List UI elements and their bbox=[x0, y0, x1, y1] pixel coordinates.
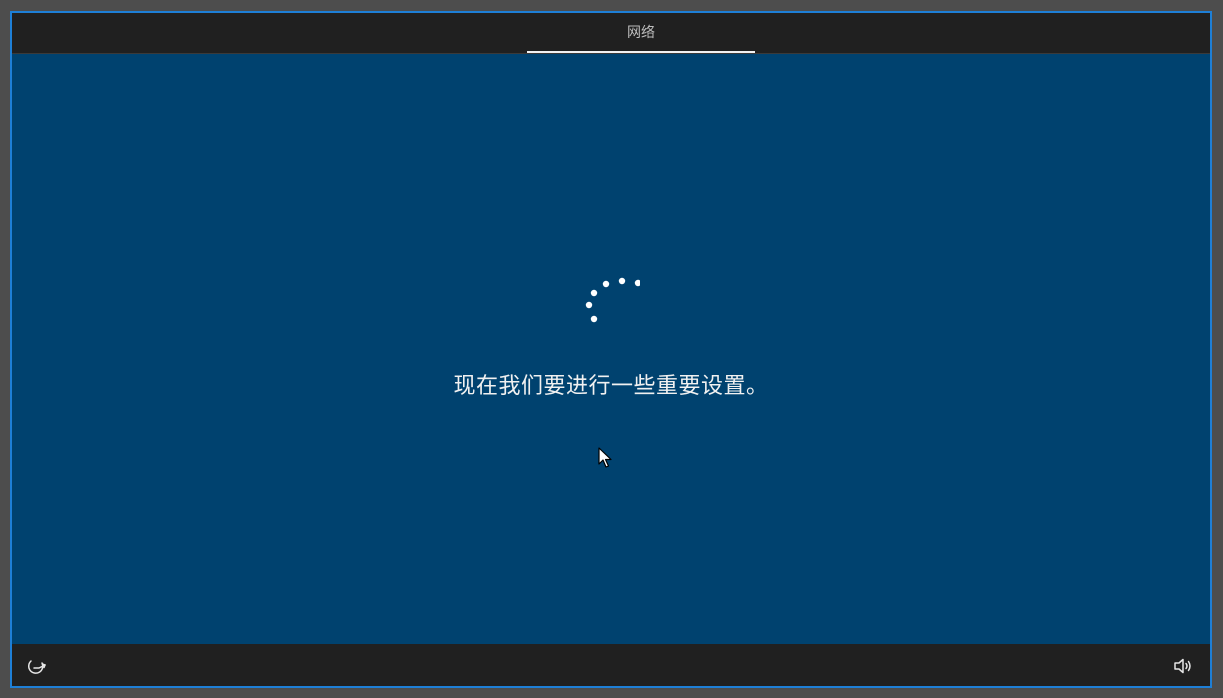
ease-of-access-icon[interactable] bbox=[26, 655, 48, 677]
bottom-bar bbox=[12, 644, 1210, 686]
mouse-pointer-icon bbox=[598, 447, 612, 468]
loading-dots-icon bbox=[585, 277, 640, 323]
volume-icon[interactable] bbox=[1172, 655, 1194, 677]
top-nav-bar: 网络 bbox=[12, 13, 1210, 54]
active-tab-indicator bbox=[527, 51, 755, 53]
screen-background: 网络 现在我们要进行一些重要设置。 bbox=[0, 0, 1223, 698]
setup-content: 现在我们要进行一些重要设置。 bbox=[12, 54, 1210, 646]
setup-window: 网络 现在我们要进行一些重要设置。 bbox=[10, 11, 1212, 688]
tab-network-label: 网络 bbox=[627, 25, 655, 41]
tab-network[interactable]: 网络 bbox=[527, 13, 755, 53]
setup-status-message: 现在我们要进行一些重要设置。 bbox=[453, 374, 769, 399]
